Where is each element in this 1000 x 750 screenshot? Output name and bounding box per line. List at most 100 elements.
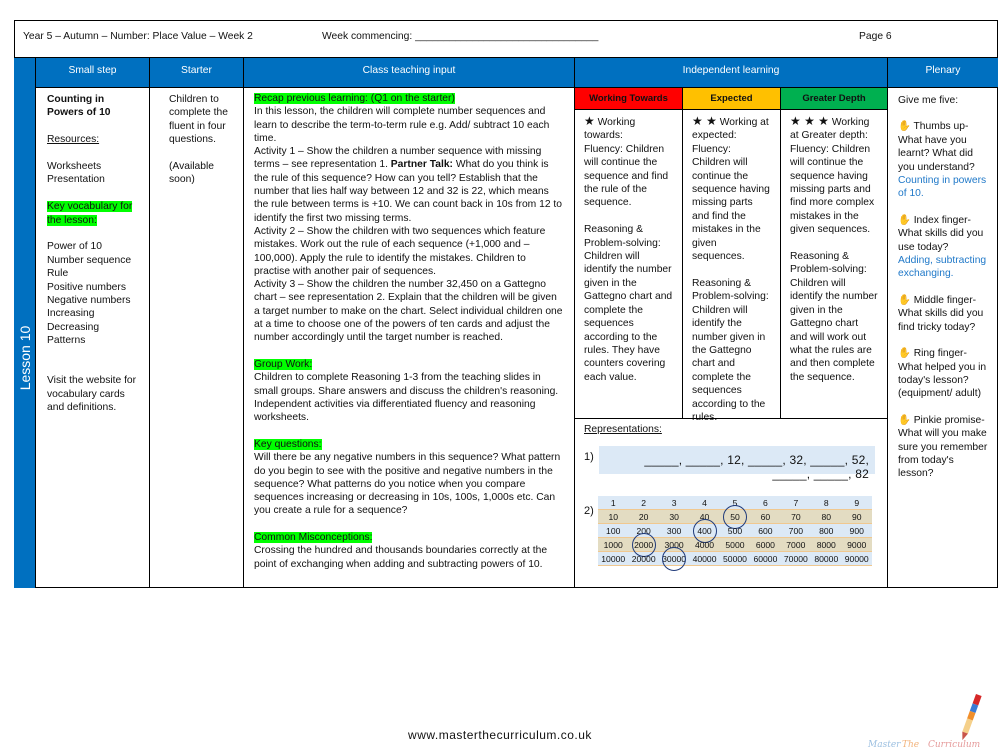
gattegno-cell: 50 — [720, 512, 750, 522]
hand-icon: ✋ — [898, 121, 911, 133]
vocab-label: Key vocabulary for the lesson: — [47, 201, 133, 226]
resources-label: Resources: — [47, 134, 100, 146]
resources-list: Worksheets Presentation — [47, 161, 105, 186]
vocab-list: Power of 10 Number sequence Rule Positiv… — [47, 241, 132, 347]
gattegno-cell: 10 — [608, 511, 618, 522]
class-teaching-cell: Recap previous learning: (Q1 on the star… — [244, 88, 575, 588]
level-header-2: Greater Depth — [781, 88, 888, 110]
gattegno-cell: 50000 — [723, 553, 747, 564]
gattegno-cell: 80000 — [814, 553, 839, 564]
activity-3: Activity 3 – Show the children the numbe… — [254, 279, 563, 344]
gattegno-cell: 2 — [641, 497, 647, 508]
gattegno-cell: 500 — [727, 525, 743, 536]
gattegno-row: 10 20 30 40 50 60 70 80 90 — [598, 510, 872, 524]
gattegno-cell: 9 — [854, 497, 860, 508]
gattegno-cell: 5000 — [725, 539, 745, 550]
page-header: Year 5 – Autumn – Number: Place Value – … — [14, 20, 998, 58]
level-text: Working at expected: Fluency: Children w… — [692, 117, 770, 423]
gattegno-cell: 20 — [638, 511, 649, 522]
plenary-answer: Counting in powers of 10. — [898, 175, 987, 200]
footer-url[interactable]: www.masterthecurriculum.co.uk — [0, 728, 1000, 742]
gattegno-cell: 800 — [819, 525, 834, 536]
gattegno-cell: 7000 — [786, 539, 806, 550]
misconceptions-text: Crossing the hundred and thousands bound… — [254, 545, 548, 570]
svg-text:The: The — [902, 740, 919, 750]
plenary-question: Middle finger- What skills did you find … — [898, 294, 984, 333]
gattegno-cell: 6000 — [755, 539, 775, 550]
lesson-label: Lesson 10 — [16, 325, 33, 391]
number-sequence: _____, _____, 12, _____, 32, _____, 52, … — [599, 446, 875, 481]
gattegno-cell: 70 — [791, 511, 801, 522]
plenary-intro: Give me five: — [898, 95, 959, 106]
website-note: Visit the website for vocabulary cards a… — [47, 375, 137, 414]
gattegno-cell: 90 — [851, 511, 862, 522]
gattegno-cell: 9000 — [847, 539, 867, 550]
col-header-starter: Starter — [150, 58, 244, 88]
gattegno-row: 1000 2000 3000 4000 5000 6000 7000 8000 9000 — [598, 538, 872, 552]
plenary-cell: Give me five: ✋ Thumbs up- What have you… — [888, 88, 998, 588]
gattegno-cell: 700 — [788, 525, 804, 536]
rep-2-label: 2) — [584, 505, 594, 517]
gattegno-cell: 10000 — [601, 553, 626, 564]
lesson-label-strip: Lesson 10 — [14, 58, 36, 588]
level-header-1: Expected — [683, 88, 781, 110]
gattegno-cell: 30000 — [659, 554, 689, 564]
gattegno-cell: 40000 — [692, 553, 717, 564]
plenary-item: ✋ Middle finger- What skills did you fin… — [898, 294, 988, 334]
plenary-item: ✋ Ring finger- What helped you in today'… — [898, 347, 988, 401]
level-description-1: ★ ★ Working at expected: Fluency: Childr… — [683, 110, 781, 423]
gattegno-cell: 8000 — [816, 539, 836, 550]
recap-label: Recap previous learning: (Q1 on the star… — [254, 93, 455, 104]
group-work-label: Group Work: — [254, 359, 313, 371]
col-header-independent: Independent learning — [575, 58, 888, 88]
svg-text:Curriculum: Curriculum — [928, 740, 980, 750]
page-number: Page 6 — [859, 31, 892, 42]
key-questions-label: Key questions: — [254, 438, 322, 450]
teaching-intro: In this lesson, the children will comple… — [254, 106, 550, 144]
plenary-question: Index finger- What skills did you use to… — [898, 214, 984, 253]
key-questions-text: Will there be any negative numbers in th… — [254, 452, 561, 517]
gattegno-cell: 3 — [671, 497, 677, 508]
gattegno-cell: 60000 — [753, 553, 778, 564]
gattegno-cell: 90000 — [844, 553, 869, 564]
gattegno-cell: 60 — [760, 511, 771, 522]
gattegno-cell: 8 — [823, 497, 829, 508]
col-header-small-step: Small step — [36, 58, 150, 88]
master-the-curriculum-logo: Master The Curriculum — [867, 694, 982, 750]
gattegno-chart: 1 2 3 4 5 6 7 8 9 10 20 30 40 50 60 70 80 90 100 200 300 400 5… — [598, 496, 872, 566]
representations-label: Representations: — [584, 424, 662, 435]
gattegno-cell: 900 — [849, 525, 864, 536]
page-title: Year 5 – Autumn – Number: Place Value – … — [23, 31, 253, 42]
gattegno-cell: 20000 — [631, 553, 656, 564]
level-description-0: ★ Working towards: Fluency: Children wil… — [575, 110, 683, 418]
plenary-question: Ring finger- What helped you in today's … — [898, 348, 987, 400]
plenary-item: ✋ Index finger- What skills did you use … — [898, 214, 988, 281]
hand-icon: ✋ — [898, 414, 911, 426]
misconceptions-label: Common Misconceptions: — [254, 532, 373, 544]
plenary-question: Pinkie promise- What will you make sure … — [898, 414, 988, 480]
gattegno-cell: 30 — [669, 511, 679, 522]
gattegno-cell: 70000 — [783, 553, 808, 564]
gattegno-cell: 7 — [793, 497, 799, 508]
group-work-text: Children to complete Reasoning 1-3 from … — [254, 372, 559, 424]
col-header-class-teaching: Class teaching input — [244, 58, 575, 88]
hand-icon: ✋ — [898, 294, 911, 306]
level-description-2: ★ ★ ★ Working at Greater depth: Fluency:… — [781, 110, 888, 418]
gattegno-cell: 80 — [821, 511, 832, 522]
plenary-item: ✋ Thumbs up- What have you learnt? What … — [898, 120, 988, 200]
star-icon: ★ ★ — [692, 114, 717, 128]
small-step-cell: Counting in Powers of 10 Resources: Work… — [36, 88, 150, 588]
hand-icon: ✋ — [898, 348, 911, 360]
week-commencing: Week commencing: _______________________… — [322, 31, 599, 42]
activity-2: Activity 2 – Show the children with two … — [254, 225, 546, 277]
activity-1: Activity 1 – Show the children a number … — [254, 146, 563, 224]
gattegno-cell: 600 — [758, 525, 773, 536]
hand-icon: ✋ — [898, 214, 911, 226]
gattegno-cell: 6 — [763, 497, 768, 508]
level-header-0: Working Towards — [575, 88, 683, 110]
gattegno-cell: 4 — [702, 497, 707, 508]
gattegno-cell: 300 — [666, 525, 682, 536]
level-text: Working towards: Fluency: Children will … — [584, 117, 673, 383]
gattegno-cell: 1 — [610, 497, 616, 508]
gattegno-cell: 1000 — [603, 539, 623, 550]
